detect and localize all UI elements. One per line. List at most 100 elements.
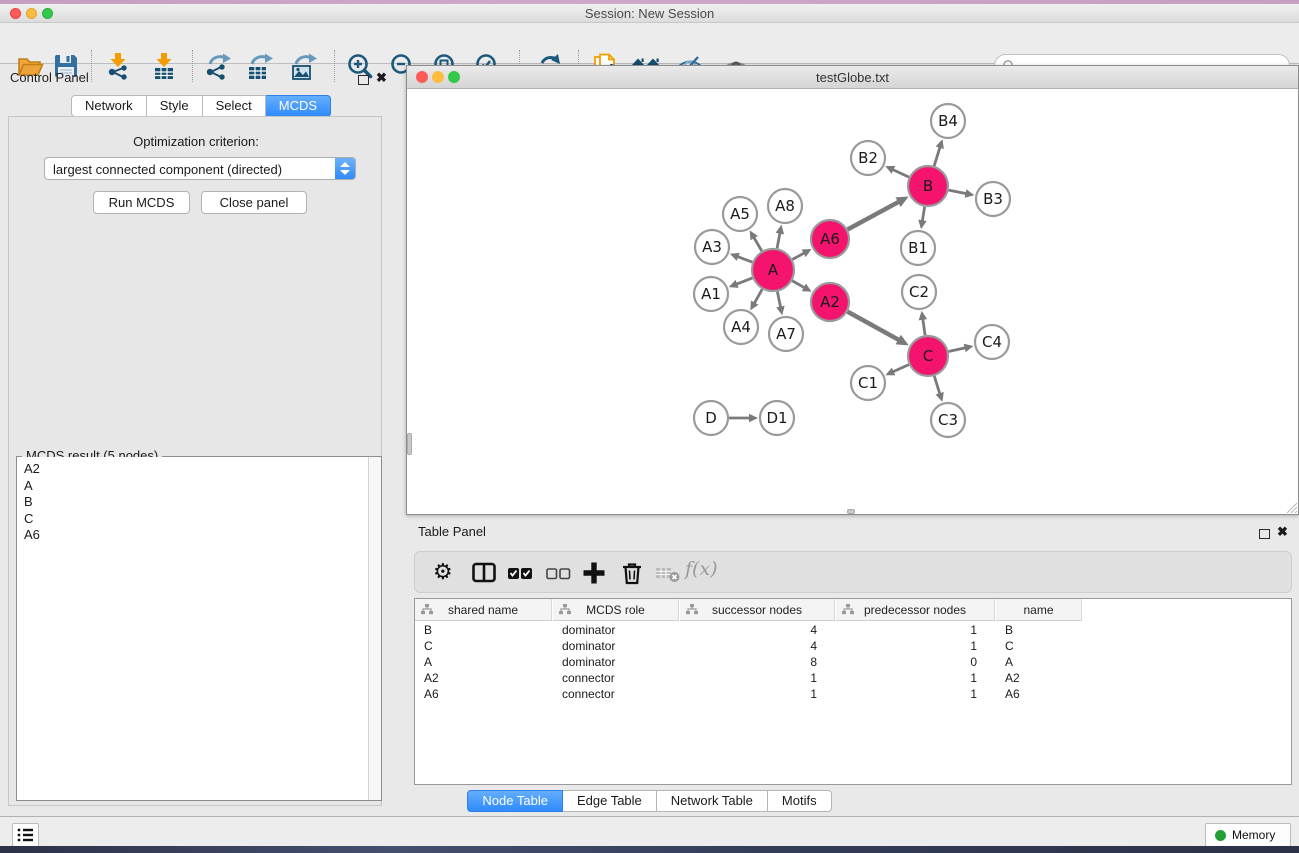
network-horizontal-scrollbar[interactable] <box>847 509 855 514</box>
select-all-columns-icon[interactable] <box>507 560 533 586</box>
graph-edge-arrowhead <box>918 220 926 230</box>
column-header-label: MCDS role <box>553 603 678 617</box>
window-titlebar: Session: New Session <box>0 4 1299 23</box>
mcds-result-item[interactable]: A2 <box>24 461 381 478</box>
graph-edge-C-C3[interactable] <box>934 376 940 395</box>
add-column-icon[interactable] <box>581 560 607 586</box>
mcds-result-item[interactable]: C <box>24 511 381 528</box>
graph-edge-A-A4[interactable] <box>754 289 762 304</box>
table-row[interactable]: Adominator80A <box>415 654 1292 670</box>
float-icon <box>358 75 369 85</box>
close-panel-button[interactable]: Close panel <box>201 191 307 214</box>
table-cell: 1 <box>836 623 995 637</box>
export-table-icon[interactable] <box>246 52 274 80</box>
table-row[interactable]: Cdominator41C <box>415 638 1292 654</box>
graph-edge-A-A8[interactable] <box>777 232 780 248</box>
split-column-icon[interactable] <box>471 560 497 586</box>
graph-node-label: A8 <box>775 197 795 215</box>
graph-edge-arrowhead <box>964 344 974 352</box>
table-row[interactable]: Bdominator41B <box>415 622 1292 638</box>
tab-network-table[interactable]: Network Table <box>657 790 768 812</box>
export-network-icon[interactable] <box>204 52 232 80</box>
graph-node-label: C3 <box>938 411 958 429</box>
column-header-predecessor-nodes[interactable]: predecessor nodes <box>836 599 995 621</box>
table-panel-close-button[interactable]: ✖ <box>1277 523 1288 541</box>
column-header-label: predecessor nodes <box>836 603 994 617</box>
graph-edge-A-A7[interactable] <box>777 292 780 308</box>
network-window-titlebar[interactable]: testGlobe.txt <box>407 66 1298 89</box>
graph-edge-C-C2[interactable] <box>923 318 925 335</box>
network-view-window: testGlobe.txt AA2A6BCA1A3A4A5A7A8B1B2B3B… <box>406 65 1299 515</box>
graph-node-label: A5 <box>730 205 750 223</box>
graph-edge-A-A1[interactable] <box>736 278 753 284</box>
graph-node-label: B3 <box>983 190 1003 208</box>
table-panel-tabs: Node TableEdge TableNetwork TableMotifs <box>0 790 1299 812</box>
criterion-dropdown[interactable]: largest connected component (directed) <box>44 157 356 180</box>
task-history-button[interactable] <box>12 823 39 847</box>
graph-edge-B-B3[interactable] <box>949 190 967 194</box>
column-header-name[interactable]: name <box>996 599 1082 621</box>
graph-edge-arrowhead <box>776 225 784 235</box>
graph-edge-B-B2[interactable] <box>892 169 909 177</box>
column-header-successor-nodes[interactable]: successor nodes <box>680 599 835 621</box>
node-table[interactable]: shared nameMCDS rolesuccessor nodesprede… <box>414 598 1292 785</box>
table-row[interactable]: A6connector11A6 <box>415 686 1292 702</box>
column-header-MCDS-role[interactable]: MCDS role <box>553 599 679 621</box>
table-settings-gear-icon[interactable]: ⚙ <box>433 560 459 586</box>
table-panel-float-button[interactable] <box>1259 526 1270 544</box>
import-table-icon[interactable] <box>150 52 178 80</box>
import-network-icon[interactable] <box>104 52 132 80</box>
optimization-criterion-label: Optimization criterion: <box>9 134 383 149</box>
tab-mcds[interactable]: MCDS <box>266 95 331 117</box>
delete-column-icon[interactable] <box>619 560 645 586</box>
tab-network[interactable]: Network <box>71 95 147 117</box>
graph-edge-B-B4[interactable] <box>934 146 940 166</box>
table-row[interactable]: A2connector11A2 <box>415 670 1292 686</box>
graph-edge-A-A5[interactable] <box>753 237 761 251</box>
deselect-all-columns-icon[interactable] <box>545 560 571 586</box>
mcds-result-scrollbar[interactable] <box>368 457 381 800</box>
graph-edge-A-A3[interactable] <box>737 256 753 262</box>
table-cell: 1 <box>836 671 995 685</box>
tab-style[interactable]: Style <box>147 95 203 117</box>
mcds-result-item[interactable]: A6 <box>24 527 381 544</box>
table-cell: 1 <box>680 671 835 685</box>
table-cell: 0 <box>836 655 995 669</box>
graph-node-label: C4 <box>982 333 1002 351</box>
control-panel-close-button[interactable]: ✖ <box>376 69 387 87</box>
memory-label: Memory <box>1232 828 1275 842</box>
tab-select[interactable]: Select <box>203 95 266 117</box>
memory-button[interactable]: Memory <box>1205 823 1291 847</box>
graph-edge-B-B1[interactable] <box>922 207 924 222</box>
column-header-shared-name[interactable]: shared name <box>415 599 552 621</box>
table-cell: A <box>415 655 552 669</box>
mcds-result-item[interactable]: A <box>24 478 381 495</box>
column-header-label: successor nodes <box>680 603 834 617</box>
tab-motifs[interactable]: Motifs <box>768 790 832 812</box>
toolbar-divider <box>91 50 92 82</box>
network-vertical-scrollbar[interactable] <box>407 433 412 455</box>
table-cell: 4 <box>680 639 835 653</box>
control-panel-tabs: NetworkStyleSelectMCDS <box>71 95 331 117</box>
tab-edge-table[interactable]: Edge Table <box>563 790 657 812</box>
toolbar-divider <box>192 50 193 82</box>
tab-node-table[interactable]: Node Table <box>467 790 563 812</box>
close-icon: ✖ <box>1277 524 1288 539</box>
export-image-icon[interactable] <box>290 52 318 80</box>
graph-edge-C-C1[interactable] <box>892 365 909 373</box>
control-panel-float-button[interactable] <box>358 72 369 90</box>
run-mcds-button[interactable]: Run MCDS <box>93 191 190 214</box>
dropdown-stepper-icon <box>335 158 355 179</box>
graph-edge-A-A6[interactable] <box>792 253 805 260</box>
graph-edge-arrowhead <box>965 189 975 197</box>
resize-grip-icon[interactable] <box>1284 500 1297 513</box>
graph-edge-C-C4[interactable] <box>949 348 967 352</box>
graph-edge-A6-B[interactable] <box>848 201 900 229</box>
column-header-label: name <box>996 603 1081 617</box>
table-panel-title: Table Panel <box>418 524 486 539</box>
graph-edge-A2-C[interactable] <box>848 312 900 341</box>
graph-edge-A-A2[interactable] <box>792 281 805 288</box>
network-canvas[interactable]: AA2A6BCA1A3A4A5A7A8B1B2B3B4C1C2C3C4DD1 <box>407 89 1298 514</box>
mcds-result-item[interactable]: B <box>24 494 381 511</box>
mcds-result-list[interactable]: A2ABCA6 <box>17 457 381 800</box>
